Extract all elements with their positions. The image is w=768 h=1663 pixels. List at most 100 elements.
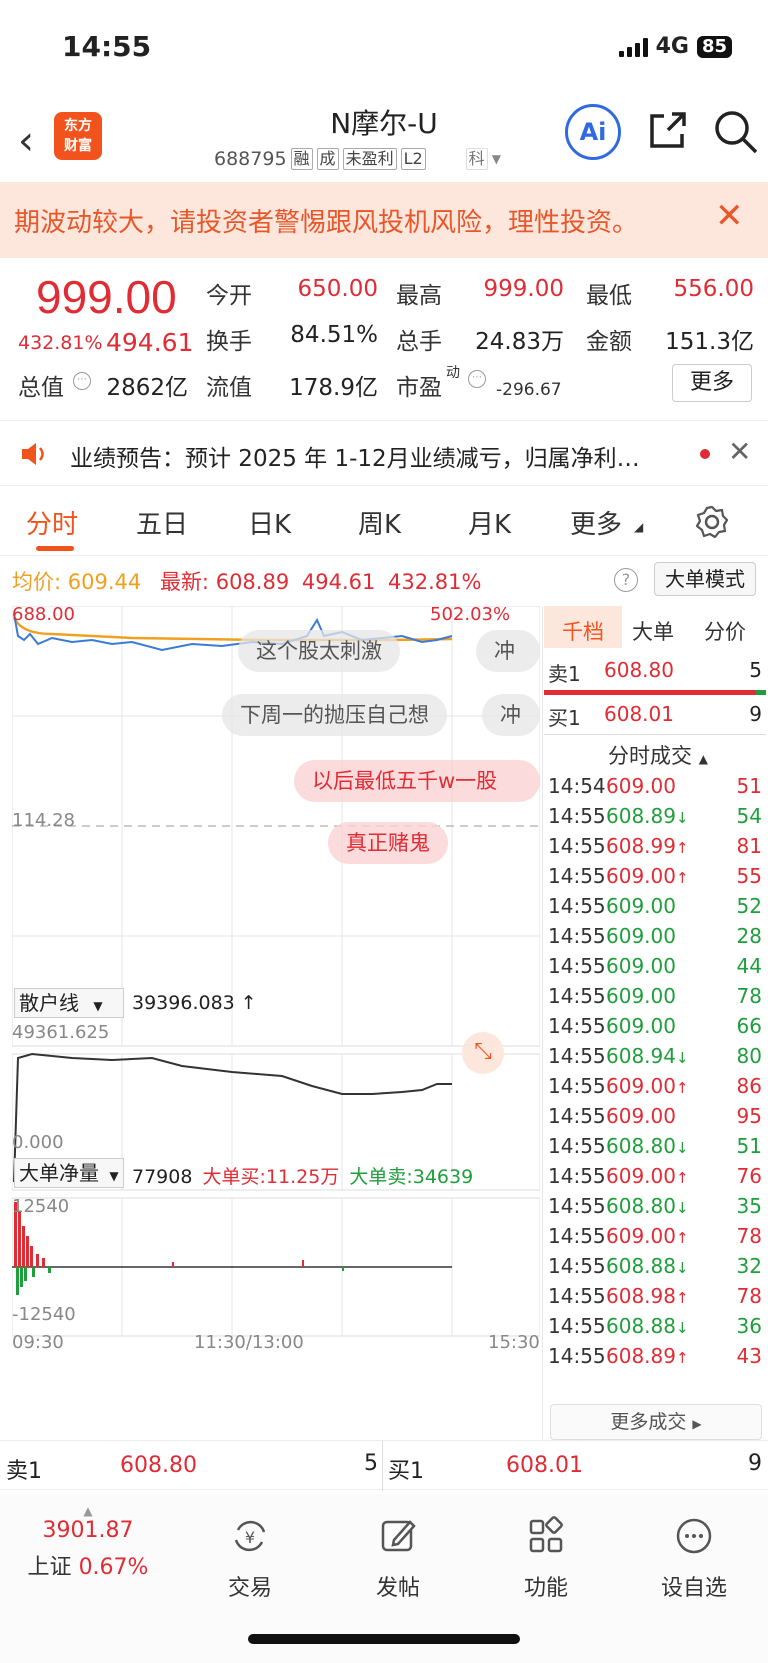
tick-time: 14:55	[548, 1194, 606, 1218]
tick-row: 14:55 608.88↓ 36	[544, 1314, 766, 1346]
tick-row: 14:55 609.00 78	[544, 984, 766, 1016]
info-icon[interactable]: ⋯	[73, 372, 91, 390]
mcap-value: 2862亿	[106, 375, 188, 401]
ai-button[interactable]: Ai	[565, 104, 621, 160]
nav-post[interactable]: 发帖	[338, 1516, 458, 1602]
tick-time: 14:55	[548, 924, 606, 948]
tick-direction: ↓	[675, 1199, 689, 1217]
close-icon[interactable]: ✕	[728, 435, 751, 468]
tick-price-value: 609.00	[606, 924, 676, 948]
tick-row: 14:55 609.00 28	[544, 924, 766, 956]
tab-weekly-k[interactable]: 周K	[358, 504, 401, 541]
tick-volume: 54	[736, 804, 762, 828]
tick-row: 14:55 609.00↑ 76	[544, 1164, 766, 1196]
tick-price: 609.00	[606, 924, 676, 948]
speaker-icon	[22, 443, 44, 465]
risk-banner: 期波动较大，请投资者警惕跟风投机风险，理性投资。 ✕	[0, 182, 768, 258]
help-icon[interactable]: ?	[614, 568, 638, 592]
retail-line-label: 散户线	[19, 991, 79, 1015]
tick-price-value: 608.89	[606, 1344, 676, 1368]
more-button[interactable]: 更多	[672, 364, 752, 402]
time-axis-mid: 11:30/13:00	[194, 1332, 304, 1353]
tick-price-value: 608.98	[606, 1284, 676, 1308]
tick-direction: ↓	[675, 1049, 689, 1067]
tick-volume: 32	[736, 1254, 762, 1278]
big-sell: 大单卖:34639	[349, 1166, 474, 1188]
pe-value: -296.67	[496, 380, 562, 400]
nav-add-watchlist[interactable]: 设自选	[634, 1516, 754, 1602]
more-ticks-button[interactable]: 更多成交 ▶	[550, 1404, 762, 1440]
price-axis-mid: 114.28	[12, 810, 75, 831]
bid-vol: 9	[748, 1451, 762, 1476]
divider	[382, 1441, 383, 1491]
tick-volume: 51	[736, 1134, 762, 1158]
ask-price: 608.80	[120, 1453, 197, 1478]
latest-label: 最新:	[159, 570, 210, 594]
tick-price-value: 608.88	[606, 1314, 676, 1338]
tab-five-day[interactable]: 五日	[136, 504, 188, 541]
amount-value: 151.3亿	[665, 329, 754, 355]
change-percent: 432.81%	[18, 332, 103, 354]
percent-axis-top: 502.03%	[430, 604, 511, 625]
tag-margin: 融	[290, 148, 313, 170]
retail-axis-bottom: 0.000	[12, 1132, 64, 1153]
danmu-comment: 冲	[482, 694, 540, 736]
nav-trade-label: 交易	[227, 1576, 272, 1601]
tick-direction: ↑	[675, 1079, 689, 1097]
settings-icon[interactable]	[694, 504, 730, 540]
tab-monthly-k[interactable]: 月K	[468, 504, 511, 541]
tag-board[interactable]: 科	[465, 148, 488, 170]
latest-change: 494.61	[301, 570, 376, 594]
tick-volume: 44	[736, 954, 762, 978]
tab-daily-k[interactable]: 日K	[248, 504, 291, 541]
search-icon[interactable]	[712, 108, 760, 156]
info-icon[interactable]: ⋯	[468, 370, 486, 388]
tick-direction: ↓	[675, 1139, 689, 1157]
bid-1-row: 买1 608.01 9	[544, 702, 766, 734]
share-icon[interactable]	[646, 108, 690, 152]
index-widget[interactable]: ▲ 3901.87 上证 0.67%	[18, 1504, 158, 1581]
big-order-mode-button[interactable]: 大单模式	[654, 562, 756, 596]
index-value: 3901.87	[42, 1518, 134, 1543]
chevron-down-icon: ◢	[634, 520, 644, 534]
tag-unprofitable: 未盈利	[342, 148, 397, 170]
tab-depth[interactable]: 千档	[562, 616, 604, 646]
ask-bid-ratio-bar	[544, 690, 756, 695]
more-ticks-label: 更多成交	[610, 1411, 687, 1433]
time-axis-start: 09:30	[12, 1332, 64, 1353]
close-icon[interactable]: ✕	[715, 196, 744, 236]
big-axis-bottom: -12540	[12, 1304, 76, 1325]
tick-price-value: 608.80	[606, 1194, 676, 1218]
tick-direction: ↑	[675, 1169, 689, 1187]
tick-direction: ↑	[675, 869, 689, 887]
tick-time: 14:55	[548, 804, 606, 828]
nav-functions[interactable]: 功能	[486, 1516, 606, 1602]
tab-price-distribution[interactable]: 分价	[704, 616, 746, 646]
nav-trade[interactable]: ¥ 交易	[190, 1516, 310, 1602]
tick-price-value: 608.94	[606, 1044, 676, 1068]
tick-price-value: 609.00	[606, 1014, 676, 1038]
tick-direction: ↓	[675, 1259, 689, 1277]
expand-icon[interactable]: ⤡	[462, 1032, 504, 1074]
tick-row: 14:55 609.00 44	[544, 954, 766, 986]
tick-volume: 86	[736, 1074, 762, 1098]
stock-code: 688795	[214, 148, 287, 170]
grid-icon	[529, 1516, 563, 1553]
tick-volume: 81	[736, 834, 762, 858]
tick-price: 609.00	[606, 1104, 676, 1128]
tab-intraday[interactable]: 分时	[26, 504, 78, 541]
retail-line-selector[interactable]: 散户线 ▼	[14, 988, 124, 1018]
tab-more[interactable]: 更多	[570, 504, 622, 541]
notice-text: 业绩预告：预计 2025 年 1-12月业绩减亏，归属净利…	[70, 446, 640, 472]
tick-direction: ↑	[675, 1349, 689, 1367]
change-amount: 494.61	[106, 328, 194, 357]
battery-icon: 85	[696, 35, 732, 58]
tick-price-value: 609.00	[606, 1074, 676, 1098]
unread-dot	[700, 449, 710, 459]
intraday-chart[interactable]: 688.00 502.03% 114.28 这个股太刺激 冲 下周一的抛压自己想…	[12, 604, 540, 1414]
big-order-selector[interactable]: 大单净量 ▼	[14, 1158, 124, 1188]
tick-time: 14:55	[548, 894, 606, 918]
tab-big-order[interactable]: 大单	[632, 616, 674, 646]
ticks-title[interactable]: 分时成交 ▲	[608, 740, 708, 770]
notice-bar[interactable]: 业绩预告：预计 2025 年 1-12月业绩减亏，归属净利… ✕	[0, 420, 768, 486]
